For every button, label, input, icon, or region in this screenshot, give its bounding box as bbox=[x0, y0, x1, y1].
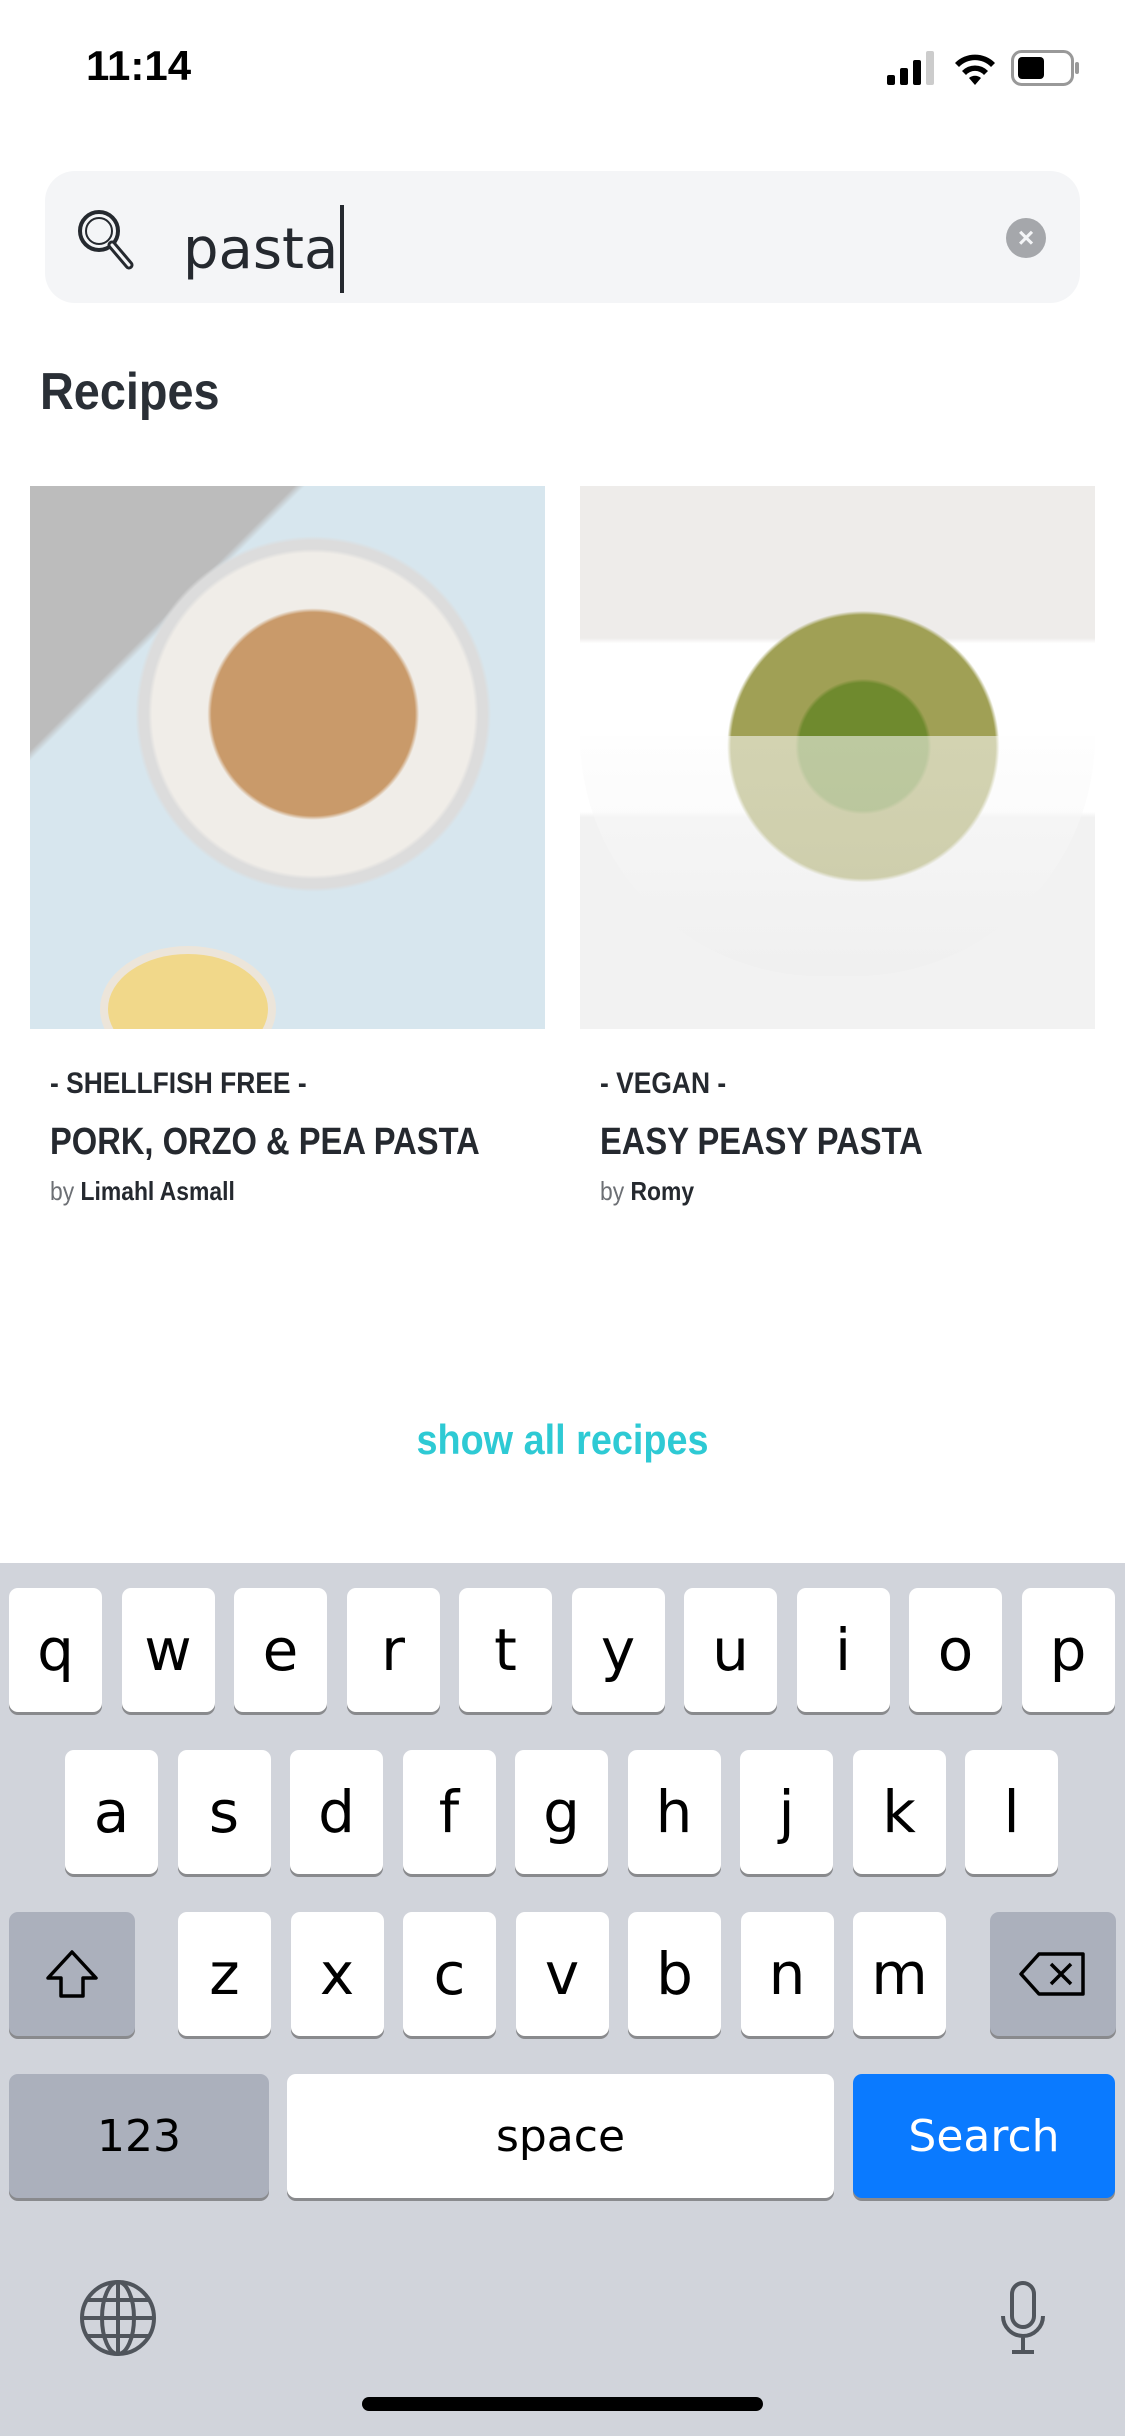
key-u[interactable]: u bbox=[684, 1588, 777, 1712]
shift-key[interactable] bbox=[9, 1912, 135, 2036]
recipe-tag: - SHELLFISH FREE - bbox=[50, 1067, 307, 1100]
by-label: by bbox=[50, 1176, 75, 1206]
key-a[interactable]: a bbox=[65, 1750, 158, 1874]
recipe-title[interactable]: EASY PEASY PASTA bbox=[600, 1121, 1026, 1164]
home-indicator[interactable] bbox=[362, 2397, 763, 2411]
key-b[interactable]: b bbox=[628, 1912, 721, 2036]
search-key[interactable]: Search bbox=[853, 2074, 1115, 2198]
by-label: by bbox=[600, 1176, 625, 1206]
show-all-recipes-link[interactable]: show all recipes bbox=[56, 1416, 1069, 1464]
key-l[interactable]: l bbox=[965, 1750, 1058, 1874]
key-c[interactable]: c bbox=[403, 1912, 496, 2036]
clear-icon[interactable]: × bbox=[1006, 218, 1046, 258]
key-g[interactable]: g bbox=[515, 1750, 608, 1874]
key-x[interactable]: x bbox=[290, 1912, 384, 2036]
status-icons bbox=[887, 50, 1081, 86]
backspace-key[interactable] bbox=[990, 1912, 1116, 2036]
recipe-author[interactable]: Limahl Asmall bbox=[81, 1176, 235, 1206]
search-input-value: pasta bbox=[183, 216, 339, 282]
recipe-title[interactable]: PORK, ORZO & PEA PASTA bbox=[50, 1121, 480, 1164]
key-t[interactable]: t bbox=[459, 1588, 552, 1712]
space-key[interactable]: space bbox=[287, 2074, 834, 2198]
key-m[interactable]: m bbox=[853, 1912, 946, 2036]
key-j[interactable]: j bbox=[740, 1750, 833, 1874]
recipe-author-line: by Limahl Asmall bbox=[50, 1176, 486, 1207]
key-d[interactable]: d bbox=[290, 1750, 383, 1874]
search-input[interactable]: pasta bbox=[183, 205, 345, 293]
status-time: 11:14 bbox=[86, 42, 192, 89]
shift-icon bbox=[46, 1950, 98, 1998]
recipe-image[interactable] bbox=[580, 486, 1095, 1029]
key-e[interactable]: e bbox=[234, 1588, 327, 1712]
section-heading: Recipes bbox=[40, 363, 220, 421]
key-h[interactable]: h bbox=[627, 1750, 721, 1874]
globe-icon[interactable] bbox=[78, 2278, 158, 2363]
magnifier-icon bbox=[78, 210, 134, 270]
search-bar[interactable]: pasta × bbox=[45, 171, 1080, 303]
key-y[interactable]: y bbox=[571, 1588, 665, 1712]
recipe-card[interactable]: - SHELLFISH FREE - PORK, ORZO & PEA PAST… bbox=[30, 486, 545, 1207]
key-w[interactable]: w bbox=[121, 1588, 215, 1712]
key-s[interactable]: s bbox=[177, 1750, 271, 1874]
key-f[interactable]: f bbox=[402, 1750, 496, 1874]
recipe-card[interactable]: - VEGAN - EASY PEASY PASTA by Romy bbox=[580, 486, 1095, 1207]
numbers-key[interactable]: 123 bbox=[9, 2074, 269, 2198]
recipe-tag: - VEGAN - bbox=[600, 1067, 727, 1100]
key-z[interactable]: z bbox=[178, 1912, 271, 2036]
wifi-icon bbox=[955, 54, 995, 85]
recipe-image[interactable] bbox=[30, 486, 545, 1029]
microphone-icon[interactable] bbox=[998, 2280, 1048, 2361]
battery-icon bbox=[1011, 50, 1079, 86]
text-caret bbox=[340, 205, 345, 293]
signal-icon bbox=[887, 51, 934, 85]
key-p[interactable]: p bbox=[1021, 1588, 1115, 1712]
backspace-icon bbox=[1019, 1952, 1085, 1996]
recipe-author[interactable]: Romy bbox=[631, 1176, 695, 1206]
key-n[interactable]: n bbox=[740, 1912, 834, 2036]
key-k[interactable]: k bbox=[852, 1750, 946, 1874]
key-q[interactable]: q bbox=[9, 1588, 102, 1712]
recipe-author-line: by Romy bbox=[600, 1176, 1036, 1207]
key-v[interactable]: v bbox=[515, 1912, 609, 2036]
key-r[interactable]: r bbox=[346, 1588, 440, 1712]
key-o[interactable]: o bbox=[909, 1588, 1002, 1712]
key-i[interactable]: i bbox=[796, 1588, 890, 1712]
